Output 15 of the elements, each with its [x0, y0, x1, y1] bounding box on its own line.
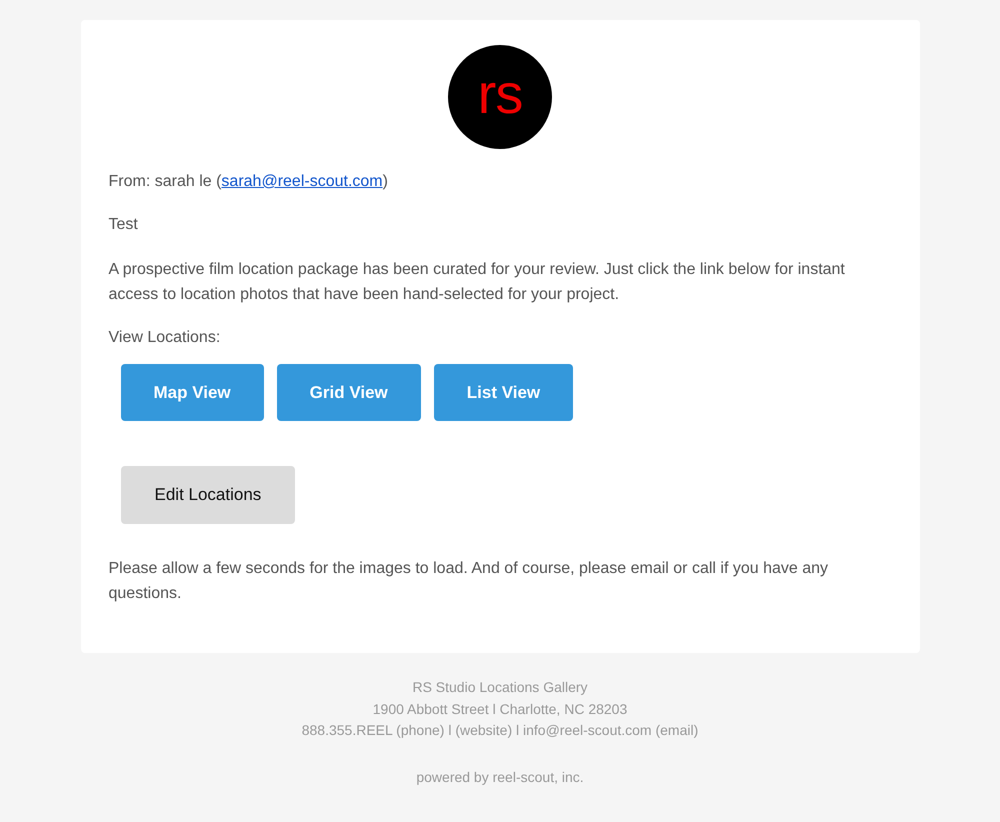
message-text: A prospective film location package has been curated for your review. Just click the link below for instant access to location photos that have been hand-selected for your project. [108, 260, 846, 305]
sender-line: From: sarah le (sarah@reel-scout.com) [108, 172, 389, 192]
view-button[interactable]: List View [434, 364, 574, 421]
logo: rs [448, 45, 552, 149]
footer-text: 888.355.REEL (phone) l (website) l info@reel-scout.com (email) [300, 721, 700, 740]
footer-text: 1900 Abbott Street l Charlotte, NC 28203 [372, 700, 628, 718]
footer-text: RS Studio Locations Gallery [411, 678, 589, 697]
closing-text: Please allow a few seconds for the images to load. And of course, please email or call if you have any questions. [108, 559, 830, 604]
edit-button[interactable]: Edit Locations [120, 466, 296, 524]
view-locations-label: View Locations: [108, 328, 222, 348]
subject-text: Test [108, 215, 139, 235]
email-link[interactable]: sarah@reel-scout.com [221, 173, 383, 190]
powered-by-text: powered by reel-scout, inc. [415, 768, 585, 787]
view-button[interactable]: Grid View [276, 364, 421, 421]
view-button[interactable]: Map View [120, 364, 264, 421]
